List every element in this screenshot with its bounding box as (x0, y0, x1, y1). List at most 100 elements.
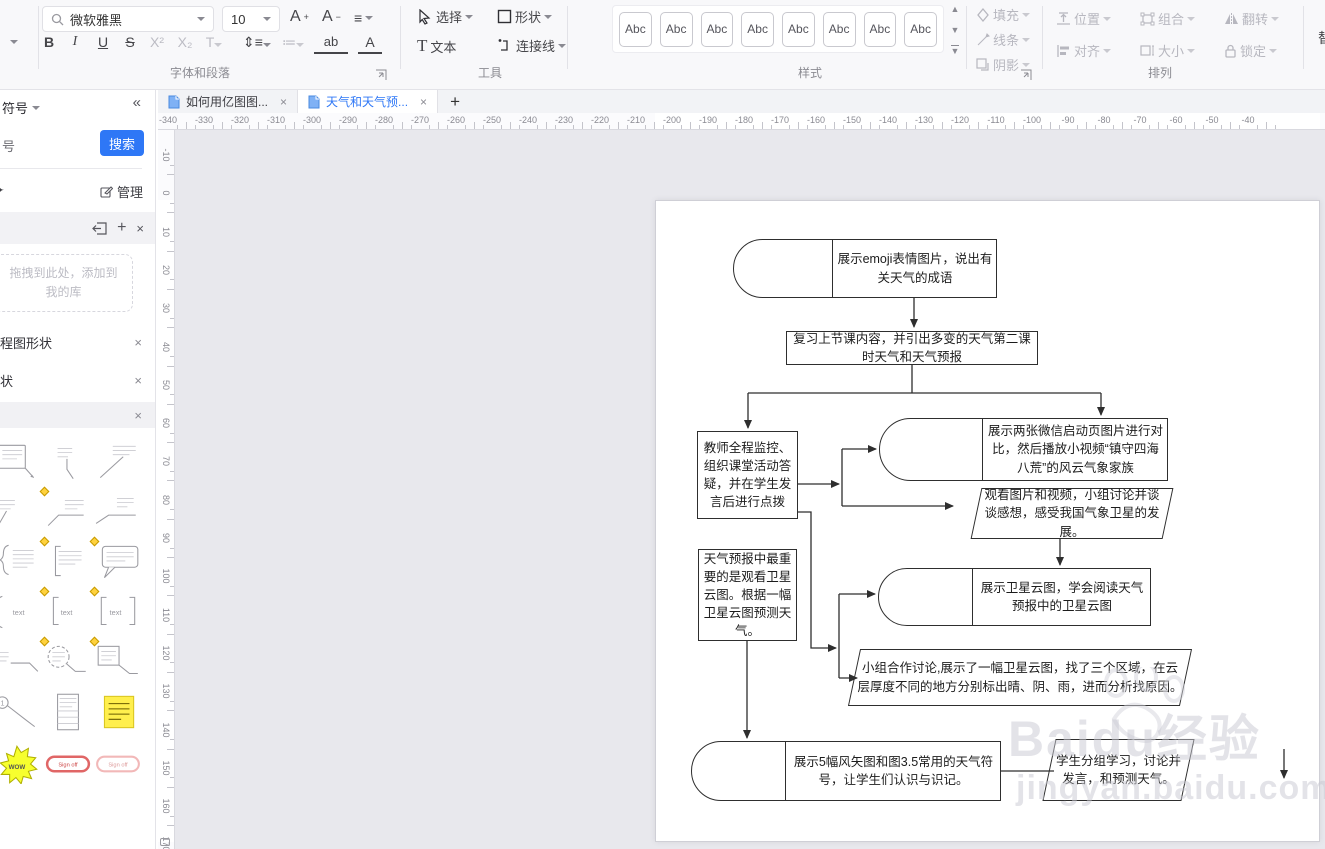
edraw-app-window: 微软雅黑 10 A + A − ≡ B I U S X² X₂ T ⇕≡ ≔ ab … (0, 0, 1325, 849)
lock-icon (1225, 44, 1236, 58)
superscript-button[interactable]: X² (146, 34, 168, 50)
highlight-color-button[interactable]: ab (314, 34, 348, 54)
import-icon[interactable] (92, 221, 107, 235)
ribbon-toolbar: 微软雅黑 10 A + A − ≡ B I U S X² X₂ T ⇕≡ ≔ ab … (0, 0, 1325, 90)
style-sample-1[interactable]: Abc (659, 11, 693, 47)
style-gallery: Abc Abc Abc Abc Abc Abc Abc Abc (612, 5, 944, 53)
shape-thumb-bracket-text2[interactable]: text (89, 586, 142, 632)
shape-thumb-bracket-block[interactable] (39, 536, 92, 582)
ruler-options-icon[interactable] (160, 838, 170, 846)
bullet-list-button[interactable]: ≔ (278, 34, 308, 51)
drawing-canvas[interactable]: Baidu经验 jingyan.baidu.com 展示emoji表情图片，说出… (175, 130, 1325, 849)
shape-thumb-note-vline[interactable] (44, 442, 92, 482)
close-tab-icon[interactable]: × (420, 95, 427, 109)
h-ruler-label: -280 (374, 115, 394, 125)
text-effect-button[interactable]: T (203, 34, 225, 50)
select-tool-button[interactable]: 选择 (417, 7, 474, 26)
shape-thumb-note-diag[interactable] (94, 442, 142, 482)
style-sample-0[interactable]: Abc (619, 11, 652, 47)
shape-thumb-signoff[interactable]: Sign off (44, 744, 92, 784)
size-button[interactable]: 大小 (1140, 41, 1196, 60)
font-family-select[interactable]: 微软雅黑 (42, 6, 214, 32)
font-size-select[interactable]: 10 (222, 6, 280, 32)
shape-thumb-bubble-callout[interactable] (89, 536, 142, 582)
font-group-launcher-icon[interactable] (375, 69, 387, 81)
style-sample-5[interactable]: Abc (822, 11, 856, 47)
shape-thumb-callout-bent2[interactable] (94, 492, 142, 532)
document-tab-0[interactable]: 如何用亿图图... × (158, 90, 299, 113)
strikethrough-button[interactable]: S (119, 34, 141, 50)
connector-tool-button[interactable]: 连接线 (497, 36, 567, 55)
h-ruler-label: -70 (1133, 115, 1147, 125)
new-tab-button[interactable]: + (438, 90, 472, 113)
manage-library-button[interactable]: 管理 (100, 182, 143, 201)
gallery-down-icon[interactable]: ▼ (951, 25, 960, 35)
sidebar-title[interactable]: 符号 (2, 98, 41, 117)
h-ruler-label: -340 (158, 115, 178, 125)
gallery-more-icon[interactable]: ▼ (950, 45, 960, 56)
close-icon[interactable]: × (134, 335, 142, 350)
document-page[interactable]: Baidu经验 jingyan.baidu.com 展示emoji表情图片，说出… (655, 200, 1325, 842)
gallery-up-icon[interactable]: ▲ (951, 4, 960, 14)
h-ruler-label: -330 (194, 115, 214, 125)
shape-thumb-leader-text[interactable] (0, 642, 42, 682)
italic-button[interactable]: I (64, 34, 86, 50)
section-flowchart-shapes[interactable]: 程图形状 × (0, 330, 155, 354)
h-ruler-label: -300 (302, 115, 322, 125)
fill-button[interactable]: 填充 (976, 5, 1031, 24)
align-button[interactable]: 对齐 (1056, 41, 1112, 60)
close-icon[interactable]: × (134, 373, 142, 388)
shape-thumb-bracket-text[interactable]: text (39, 586, 92, 632)
lock-button[interactable]: 锁定 (1224, 41, 1278, 60)
chevron-down-icon (263, 17, 271, 21)
group-button[interactable]: 组合 (1140, 9, 1196, 28)
style-sample-6[interactable]: Abc (863, 11, 897, 47)
shape-thumb-sticky-note[interactable] (94, 692, 142, 732)
section-callouts[interactable]: × (0, 402, 155, 428)
library-dropzone[interactable]: 拖拽到此处，添加到我的库 (0, 254, 133, 312)
line-spacing-button[interactable]: ⇕≡ (240, 34, 274, 51)
collapse-sidebar-icon[interactable]: « (133, 94, 141, 111)
flip-button[interactable]: 翻转 (1224, 9, 1280, 28)
replace-button-partial[interactable]: 替 (1318, 28, 1325, 48)
style-sample-2[interactable]: Abc (700, 11, 734, 47)
underline-button[interactable]: U (92, 34, 114, 50)
document-tab-1[interactable]: 天气和天气预... × (298, 90, 439, 113)
close-tab-icon[interactable]: × (280, 95, 287, 109)
shape-thumb-circle-callout[interactable] (39, 636, 92, 682)
shape-thumb-note-diag-down[interactable] (0, 492, 42, 532)
section-shapes[interactable]: 状 × (0, 368, 155, 392)
shape-thumb-list-note[interactable] (44, 692, 92, 732)
search-button[interactable]: 搜索 (100, 130, 144, 156)
shape-thumb-note-box[interactable] (0, 442, 42, 482)
shape-thumb-signoff-light[interactable]: Sign off (94, 744, 142, 784)
decrease-font-button[interactable]: A − (322, 8, 341, 26)
position-button[interactable]: 位置 (1056, 9, 1112, 28)
text-tool-button[interactable]: T 文本 (417, 36, 456, 56)
increase-font-button[interactable]: A + (290, 8, 309, 26)
style-sample-7[interactable]: Abc (904, 11, 937, 47)
align-text-button[interactable]: ≡ (354, 10, 374, 26)
style-sample-3[interactable]: Abc (741, 11, 774, 47)
shape-thumb-brace-block[interactable] (0, 542, 42, 582)
shape-thumb-number-callout[interactable]: 1 (0, 692, 42, 732)
connector-line[interactable] (798, 511, 837, 652)
bold-button[interactable]: B (38, 34, 60, 50)
close-icon[interactable]: × (134, 408, 142, 423)
partial-dropdown-icon[interactable] (10, 40, 18, 44)
shape-thumb-callout-bent[interactable] (39, 486, 92, 532)
shape-thumb-brace-text[interactable]: text (0, 592, 42, 632)
add-icon[interactable]: + (117, 219, 126, 237)
format-group-launcher-icon[interactable] (1020, 69, 1032, 81)
symbol-search-input[interactable]: 号 (2, 136, 15, 155)
shape-thumb-wow-star[interactable]: WOW (0, 744, 42, 785)
my-library-toolbar: + × (0, 212, 155, 244)
line-button[interactable]: 线条 (976, 30, 1031, 49)
subscript-button[interactable]: X₂ (174, 34, 196, 50)
shape-thumb-square-callout[interactable] (89, 636, 142, 682)
close-icon[interactable]: × (136, 221, 144, 236)
shape-tool-button[interactable]: 形状 (497, 7, 553, 26)
v-ruler-label: 20 (161, 264, 171, 275)
font-color-button[interactable]: A (358, 34, 382, 54)
style-sample-4[interactable]: Abc (782, 11, 815, 47)
